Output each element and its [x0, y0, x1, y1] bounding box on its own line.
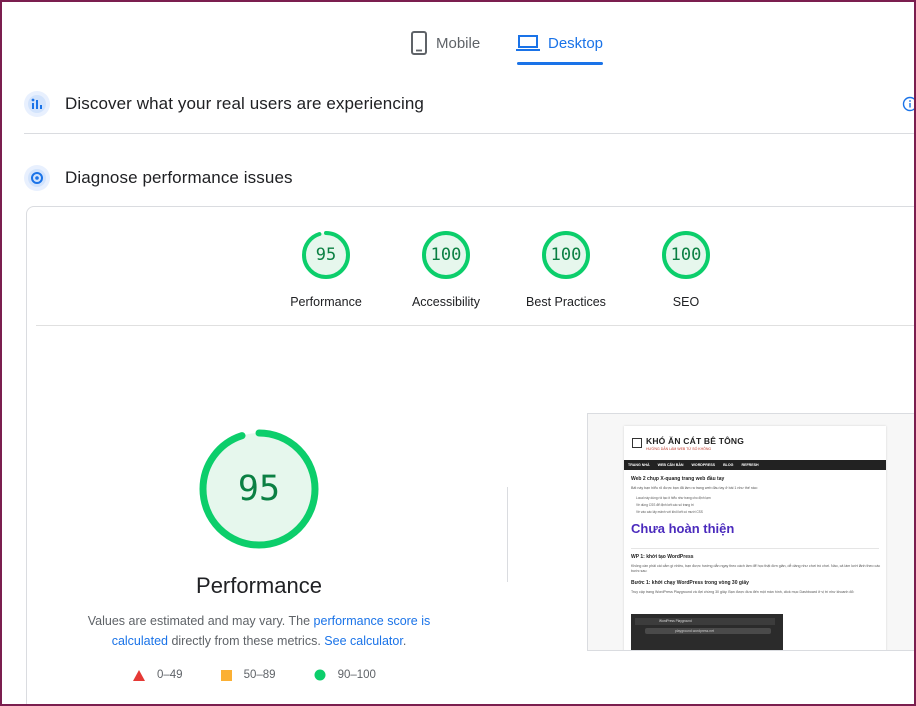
- screenshot-nav-item: BLOG: [723, 463, 734, 467]
- screenshot-browser-url: playground.wordpress.net: [675, 629, 715, 633]
- mobile-phone-icon: [411, 31, 427, 55]
- gauge-best-practices[interactable]: 100 Best Practices: [511, 229, 621, 309]
- circle-icon: [314, 669, 326, 681]
- page-frame: Mobile Desktop Discover what your real u…: [2, 2, 914, 704]
- screenshot-page: KHÓ ĂN CÁT BÊ TÔNG HƯỚNG DẪN LÀM WEB TỪ …: [624, 426, 886, 650]
- screenshot-tagline: HƯỚNG DẪN LÀM WEB TỪ SỐ KHÔNG: [646, 447, 712, 451]
- tab-mobile-label: Mobile: [436, 34, 481, 52]
- screenshot-nav-item: REFRESH: [741, 463, 759, 467]
- gauge-accessibility[interactable]: 100 Accessibility: [391, 229, 501, 309]
- screenshot-nav-item: TRANG NHÀ: [628, 463, 650, 467]
- screenshot-site-name: KHÓ ĂN CÁT BÊ TÔNG: [646, 436, 745, 446]
- speedometer-icon: [24, 165, 50, 191]
- triangle-icon: [133, 669, 145, 681]
- screenshot-nav-item: WEB CĂN BẢN: [657, 463, 684, 467]
- screenshot-list-item: Về vào các lấy mảnh với khối kết có mười…: [636, 510, 703, 514]
- gauge-score: 95: [315, 245, 337, 265]
- screenshot-heading: Web 2 chụp X-quang trang web đầu tay: [631, 476, 725, 482]
- active-tab-indicator: [517, 62, 603, 65]
- legend-fail: 0–49: [133, 669, 183, 681]
- legend-range: 90–100: [337, 669, 376, 681]
- tab-desktop[interactable]: Desktop: [516, 28, 603, 58]
- gauge-label: Performance: [290, 295, 362, 309]
- desc-text: directly from these metrics.: [167, 634, 325, 648]
- screenshot-big-text: Chưa hoàn thiện: [631, 521, 735, 536]
- screenshot-paragraph: Truy cập trang WordPress Playground và đ…: [631, 590, 855, 594]
- laptop-icon: [516, 35, 540, 51]
- screenshot-heading: Bước 1: khởi chạy WordPress trong vòng 3…: [631, 580, 749, 586]
- screenshot-heading: WP 1: khởi tạo WordPress: [631, 554, 694, 560]
- performance-big-label: Performance: [196, 573, 322, 598]
- users-chart-icon: [24, 91, 50, 117]
- card-divider: [36, 325, 914, 326]
- screenshot-browser-window: WordPress Playground playground.wordpres…: [631, 614, 783, 650]
- gauge-label: SEO: [672, 295, 700, 309]
- vertical-divider: [507, 487, 508, 582]
- desc-text: .: [402, 634, 407, 648]
- screenshot-list-item: Local này dùng rồi tạo ít hiểu như trang…: [636, 496, 711, 500]
- screenshot-browser-tabbar: [635, 618, 775, 625]
- gauge-score: 100: [670, 245, 702, 265]
- discover-section-header[interactable]: Discover what your real users are experi…: [24, 84, 914, 124]
- tab-mobile[interactable]: Mobile: [410, 28, 480, 58]
- performance-big-score: 95: [237, 469, 281, 509]
- screenshot-browser-tab: WordPress Playground: [659, 619, 692, 623]
- device-tabs: Mobile Desktop: [2, 2, 914, 68]
- screenshot-rule: [631, 548, 879, 549]
- gauge-seo[interactable]: 100 SEO: [631, 229, 741, 309]
- screenshot-nav: TRANG NHÀ WEB CĂN BẢN WORDPRESS BLOG REF…: [624, 460, 886, 470]
- screenshot-nav-item: WORDPRESS: [691, 463, 716, 467]
- gauge-label: Accessibility: [411, 295, 481, 309]
- tab-desktop-label: Desktop: [548, 34, 604, 52]
- see-calculator-link[interactable]: See calculator: [324, 634, 403, 648]
- square-icon: [220, 669, 232, 681]
- screenshot-list-item: Về dùng CSS để định kết các số trang trí: [636, 503, 694, 507]
- diagnose-title: Diagnose performance issues: [65, 168, 293, 187]
- legend-pass: 90–100: [314, 669, 376, 681]
- diagnose-section-header: Diagnose performance issues: [24, 158, 914, 198]
- legend-range: 50–89: [243, 669, 276, 681]
- discover-title: Discover what your real users are experi…: [65, 94, 424, 113]
- desc-text: Values are estimated and may vary. The: [87, 614, 314, 628]
- gauge-score: 100: [430, 245, 462, 265]
- info-icon[interactable]: [902, 96, 914, 112]
- legend-average: 50–89: [220, 669, 276, 681]
- performance-description: Values are estimated and may vary. The p…: [79, 611, 439, 651]
- final-screenshot[interactable]: KHÓ ĂN CÁT BÊ TÔNG HƯỚNG DẪN LÀM WEB TỪ …: [587, 413, 914, 651]
- category-gauges: 95 Performance 100 Accessibility 100 Bes…: [27, 229, 914, 309]
- legend-range: 0–49: [157, 669, 183, 681]
- diagnose-card: 95 Performance 100 Accessibility 100 Bes…: [26, 206, 914, 704]
- gauge-performance[interactable]: 95 Performance: [271, 229, 381, 309]
- screenshot-paragraph: Bất này bạn hiểu rõ được bạn đã làm ra t…: [631, 486, 758, 490]
- site-logo-icon: [632, 438, 642, 448]
- section-divider: [24, 133, 914, 134]
- gauge-score: 100: [550, 245, 582, 265]
- gauge-label: Best Practices: [526, 295, 606, 309]
- score-legend: 0–49 50–89 90–100: [133, 669, 414, 681]
- screenshot-paragraph: Không cần phải cài cắm gì nhiều, bạn đượ…: [631, 564, 881, 573]
